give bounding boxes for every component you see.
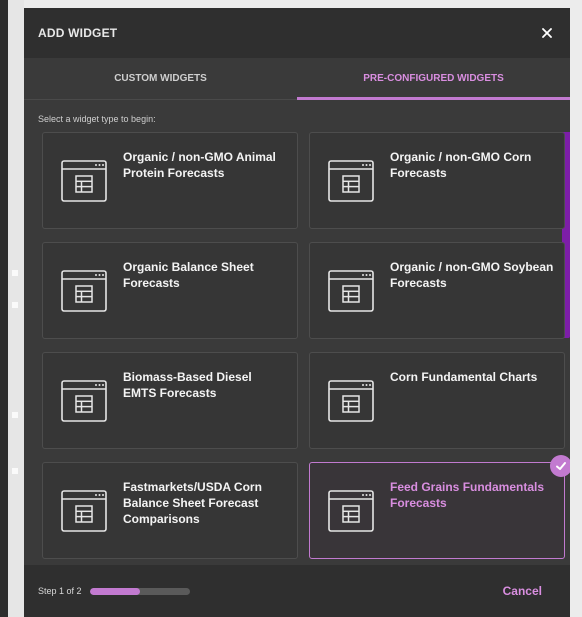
tab-pre-configured-widgets[interactable]: PRE-CONFIGURED WIDGETS <box>297 58 570 100</box>
background-mark <box>12 270 18 276</box>
widget-card[interactable]: Biomass-Based Diesel EMTS Forecasts <box>42 352 298 449</box>
check-icon <box>550 455 570 477</box>
widget-card[interactable]: Organic Balance Sheet Forecasts <box>42 242 298 339</box>
widget-card-label: Biomass-Based Diesel EMTS Forecasts <box>123 370 252 400</box>
widget-card-label: Organic / non-GMO Corn Forecasts <box>390 150 532 180</box>
step-label: Step 1 of 2 <box>38 586 82 596</box>
widget-card[interactable]: Organic / non-GMO Animal Protein Forecas… <box>42 132 298 229</box>
widget-card-label: Organic / non-GMO Soybean Forecasts <box>390 260 554 290</box>
modal-title: ADD WIDGET <box>38 26 118 40</box>
background-mark <box>12 302 18 308</box>
modal-header: ADD WIDGET <box>24 8 570 58</box>
widget-card-label: Fastmarkets/USDA Corn Balance Sheet Fore… <box>123 480 262 526</box>
widget-card[interactable]: Organic / non-GMO Soybean Forecasts <box>309 242 565 339</box>
table-window-icon <box>328 490 374 532</box>
step-progress-fill <box>89 587 140 595</box>
widget-card[interactable]: Fastmarkets/USDA Corn Balance Sheet Fore… <box>42 462 298 559</box>
background-edge <box>0 0 8 617</box>
table-window-icon <box>61 490 107 532</box>
widget-card[interactable]: Feed Grains Fundamentals Forecasts <box>309 455 570 559</box>
background-mark <box>12 412 18 418</box>
cancel-button[interactable]: Cancel <box>503 584 542 598</box>
widget-card[interactable]: Corn Fundamental Charts <box>309 352 565 449</box>
widget-card-label: Organic Balance Sheet Forecasts <box>123 260 254 290</box>
table-window-icon <box>61 160 107 202</box>
table-window-icon <box>328 270 374 312</box>
widget-card[interactable]: Organic / non-GMO Corn Forecasts <box>309 132 565 229</box>
modal-footer: Step 1 of 2 Cancel <box>24 565 570 617</box>
table-window-icon <box>61 380 107 422</box>
table-window-icon <box>328 160 374 202</box>
select-prompt: Select a widget type to begin: <box>38 114 156 124</box>
widget-card-label: Organic / non-GMO Animal Protein Forecas… <box>123 150 276 180</box>
close-icon[interactable] <box>538 24 556 42</box>
background-mark <box>12 468 18 474</box>
tab-custom-widgets[interactable]: CUSTOM WIDGETS <box>24 58 297 99</box>
add-widget-modal: ADD WIDGET CUSTOM WIDGETS PRE-CONFIGURED… <box>24 8 570 617</box>
table-window-icon <box>61 270 107 312</box>
widget-grid: Organic / non-GMO Animal Protein Forecas… <box>24 132 570 560</box>
widget-card-label: Corn Fundamental Charts <box>390 370 538 384</box>
step-progress-bar <box>89 587 190 595</box>
table-window-icon <box>328 380 374 422</box>
widget-tabs: CUSTOM WIDGETS PRE-CONFIGURED WIDGETS <box>24 58 570 100</box>
widget-card-label: Feed Grains Fundamentals Forecasts <box>390 480 545 510</box>
